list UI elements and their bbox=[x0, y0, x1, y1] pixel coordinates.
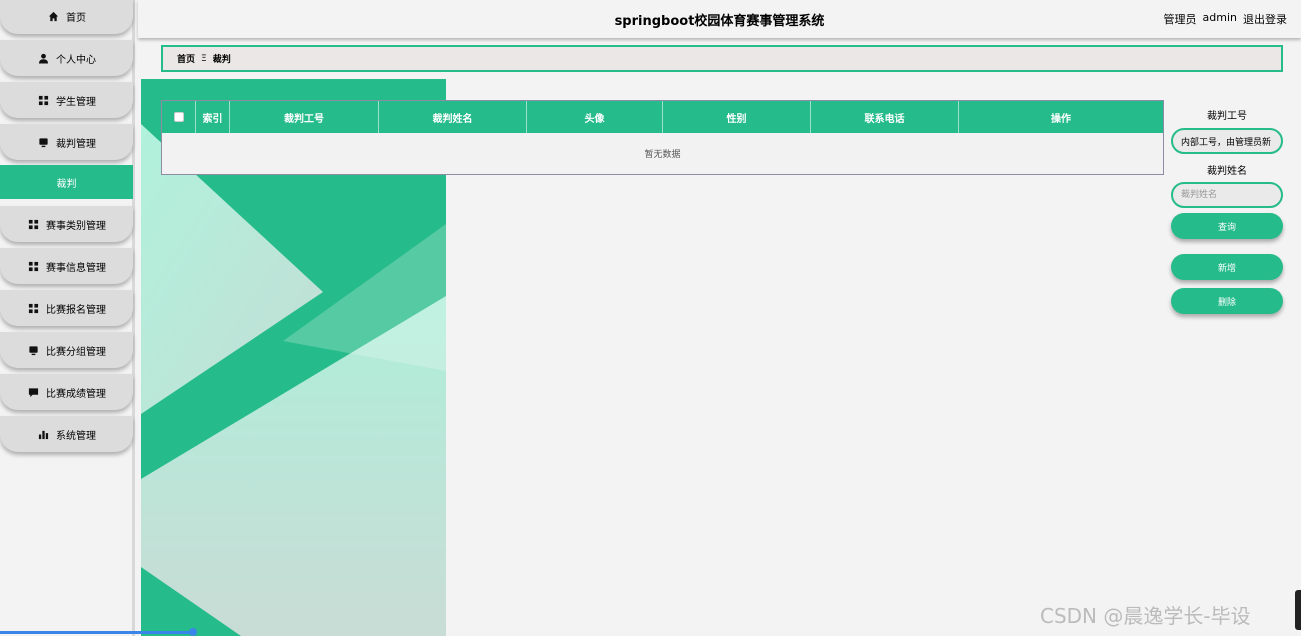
column-header: 裁判姓名 bbox=[379, 101, 527, 133]
progress-line bbox=[0, 631, 195, 634]
grid-icon bbox=[37, 94, 49, 106]
column-header: 头像 bbox=[527, 101, 663, 133]
breadcrumb-separator: Ξ bbox=[201, 53, 207, 64]
logout-link[interactable]: 退出登录 bbox=[1243, 11, 1287, 27]
column-header: 联系电话 bbox=[811, 101, 959, 133]
grid-icon bbox=[27, 260, 39, 272]
query-button[interactable]: 查询 bbox=[1171, 213, 1283, 239]
referee-name-label: 裁判姓名 bbox=[1207, 166, 1247, 177]
breadcrumb-home[interactable]: 首页 bbox=[177, 52, 195, 65]
sidebar-item-label: 裁判管理 bbox=[56, 138, 96, 150]
breadcrumb-current: 裁判 bbox=[212, 55, 231, 65]
column-header: 性别 bbox=[663, 101, 811, 133]
select-all-checkbox[interactable] bbox=[173, 112, 184, 122]
user-icon bbox=[37, 52, 49, 64]
monitor-icon bbox=[37, 136, 49, 148]
sidebar-item-label: 学生管理 bbox=[56, 96, 96, 108]
progress-dot bbox=[189, 628, 197, 636]
sidebar-item-system[interactable]: 系统管理 bbox=[0, 416, 133, 452]
top-header: springboot校园体育赛事管理系统 管理员 admin 退出登录 bbox=[138, 0, 1301, 38]
column-header: 操作 bbox=[1051, 113, 1071, 125]
column-header: 裁判工号 bbox=[230, 101, 379, 133]
column-header: 索引 bbox=[196, 101, 230, 133]
home-icon bbox=[47, 10, 59, 22]
username: admin bbox=[1202, 11, 1237, 24]
message-icon bbox=[27, 386, 39, 398]
grid-icon bbox=[27, 218, 39, 230]
referee-id-label: 裁判工号 bbox=[1207, 111, 1247, 122]
sidebar-item-referee[interactable]: 裁判 bbox=[0, 165, 133, 199]
sidebar-item-label: 比赛分组管理 bbox=[46, 346, 106, 358]
user-role: 管理员 bbox=[1163, 13, 1197, 26]
sidebar-item-label: 比赛成绩管理 bbox=[46, 388, 106, 400]
delete-button[interactable]: 删除 bbox=[1171, 288, 1283, 314]
user-area: 管理员 admin 退出登录 bbox=[1164, 11, 1287, 27]
sidebar-item-registration[interactable]: 比赛报名管理 bbox=[0, 290, 133, 326]
sidebar-item-students[interactable]: 学生管理 bbox=[0, 82, 133, 118]
sidebar-item-label: 赛事信息管理 bbox=[46, 262, 106, 274]
watermark: CSDN @晨逸学长-毕设 bbox=[1040, 604, 1251, 628]
sidebar-item-label: 比赛报名管理 bbox=[46, 304, 106, 316]
referee-table: 索引 裁判工号 裁判姓名 头像 性别 联系电话 操作 暂无数据 bbox=[161, 100, 1164, 175]
sidebar-item-referee-management[interactable]: 裁判管理 bbox=[0, 124, 133, 160]
sidebar-item-label: 首页 bbox=[66, 12, 86, 24]
sidebar-item-label: 裁判 bbox=[56, 178, 77, 190]
monitor-icon bbox=[27, 344, 39, 356]
app-title: springboot校园体育赛事管理系统 bbox=[614, 14, 825, 29]
referee-name-input[interactable] bbox=[1171, 182, 1283, 208]
sidebar-item-home[interactable]: 首页 bbox=[0, 0, 133, 34]
edge-handle bbox=[1295, 590, 1301, 630]
select-all-cell bbox=[162, 101, 196, 133]
sidebar: 首页 个人中心 学生管理 裁判管理 裁判 赛事类别管理 赛事信息管理 比赛报名管… bbox=[0, 0, 135, 636]
sidebar-item-grouping[interactable]: 比赛分组管理 bbox=[0, 332, 133, 368]
sidebar-item-profile[interactable]: 个人中心 bbox=[0, 40, 133, 76]
referee-id-input[interactable] bbox=[1171, 128, 1283, 154]
bar-chart-icon bbox=[37, 428, 49, 440]
add-button[interactable]: 新增 bbox=[1171, 254, 1283, 280]
breadcrumb: 首页 Ξ 裁判 bbox=[161, 45, 1283, 72]
sidebar-item-event-info[interactable]: 赛事信息管理 bbox=[0, 248, 133, 284]
sidebar-item-event-category[interactable]: 赛事类别管理 bbox=[0, 206, 133, 242]
grid-icon bbox=[27, 302, 39, 314]
empty-text: 暂无数据 bbox=[644, 150, 681, 160]
table-header: 索引 裁判工号 裁判姓名 头像 性别 联系电话 操作 bbox=[162, 101, 1163, 133]
sidebar-item-label: 系统管理 bbox=[56, 430, 96, 442]
sidebar-item-label: 赛事类别管理 bbox=[46, 220, 106, 232]
sidebar-item-label: 个人中心 bbox=[56, 54, 96, 66]
sidebar-item-results[interactable]: 比赛成绩管理 bbox=[0, 374, 133, 410]
